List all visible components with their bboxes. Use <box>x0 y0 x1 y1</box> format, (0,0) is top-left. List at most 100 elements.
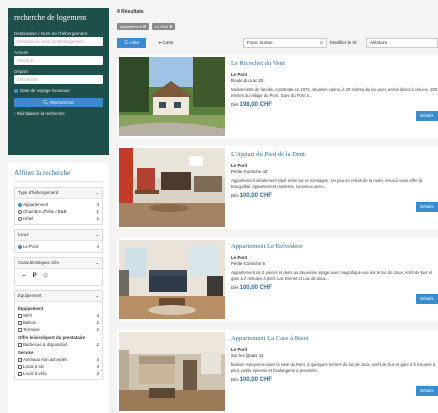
filter-option[interactable]: Local à ski 4 <box>18 363 99 370</box>
sort-label: Modifier le tri: <box>330 40 358 45</box>
chevron-down-icon: ⌄ <box>95 260 99 265</box>
filter-places-header[interactable]: Lieux ⌄ <box>15 230 102 241</box>
result-location: Le Pont <box>231 72 248 77</box>
checkbox-icon <box>18 313 22 318</box>
result-title[interactable]: Appartement Le Belvédère <box>231 243 302 250</box>
map-view-button[interactable]: ⌖ Carte <box>151 38 181 48</box>
result-price: Dès 100,00 CHF <box>231 285 272 291</box>
filter-option[interactable]: Balcon 2 <box>18 319 99 326</box>
chevron-right-icon: › <box>14 111 16 116</box>
filter-features-header[interactable]: Caractéristiques clés ⌄ <box>15 258 102 269</box>
chevron-down-icon: ⌄ <box>95 232 99 237</box>
list-view-button[interactable]: ☰ Liste <box>117 38 146 48</box>
filter-option[interactable]: Barbecue à disposition 2 <box>18 341 99 348</box>
price-value: 198,00 CHF <box>239 102 272 108</box>
map-pin-icon: ⌖ <box>158 40 162 45</box>
checkbox-icon <box>14 88 18 93</box>
filter-equipment-header[interactable]: Équipement ⌄ <box>15 291 102 302</box>
chevron-down-icon: ⌄ <box>95 190 99 195</box>
result-card[interactable]: Le Ricochet du Vent Le Pont Route du Lac… <box>117 55 438 138</box>
checkbox-icon <box>18 327 22 332</box>
price-prefix: Dès <box>231 285 239 290</box>
arrival-label: Arrivée <box>14 50 29 55</box>
option-label: Barbecue à disposition <box>23 342 68 347</box>
details-button[interactable]: Détails <box>416 202 438 212</box>
results-count: 4 Résultats <box>117 9 144 15</box>
filter-option[interactable]: WIFI 4 <box>18 312 99 319</box>
filter-equipment-title: Équipement <box>18 293 42 298</box>
accessibility-icon[interactable]: ☺ <box>43 273 49 281</box>
filter-places: Lieux ⌄ Le Pont 4 <box>14 229 103 253</box>
filter-option[interactable]: Appartement 4 <box>18 201 99 208</box>
result-card[interactable]: L'Appart du Pied de la Dent Le Pont Peti… <box>117 146 438 229</box>
filter-option[interactable]: Local à vélo 4 <box>18 370 99 377</box>
details-button[interactable]: Détails <box>416 111 438 121</box>
result-photo[interactable] <box>119 57 225 136</box>
map-view-label: Carte <box>162 40 174 45</box>
result-photo[interactable] <box>119 332 225 411</box>
unknown-dates-label: Date de voyage inconnue <box>20 88 70 93</box>
destination-label: Destination / Nom de l'hébergement <box>14 31 88 36</box>
radio-icon <box>18 244 22 249</box>
filter-type-header[interactable]: Type d'hébergement ⌄ <box>15 188 102 199</box>
destination-input[interactable]: Destination / Nom de l'hébergement <box>14 37 103 46</box>
price-prefix: Dès <box>231 377 239 382</box>
result-address: Petite-Corniche 42 <box>231 169 268 174</box>
result-title[interactable]: Appartement La Case à Ricet <box>231 335 309 342</box>
filter-option[interactable]: Animaux non acceptés 4 <box>18 356 99 363</box>
departure-input[interactable]: Check-Out <box>14 75 103 84</box>
option-label: Local à ski <box>23 364 44 369</box>
filter-chip[interactable]: Le Pont ✖ <box>151 23 176 30</box>
filter-option[interactable]: Terrasse 2 <box>18 326 99 333</box>
result-photo[interactable] <box>119 240 225 319</box>
wifi-icon[interactable]: ⌔ <box>21 273 27 281</box>
option-count: 2 <box>96 327 99 332</box>
option-count: 4 <box>96 364 99 369</box>
option-count: 2 <box>96 342 99 347</box>
list-icon: ☰ <box>123 40 129 45</box>
option-label: Animaux non acceptés <box>23 357 68 362</box>
option-label: Le Pont <box>23 244 39 249</box>
arrival-input[interactable]: Check in <box>14 56 103 65</box>
checkbox-icon <box>18 342 22 347</box>
filter-option[interactable]: Le Pont 4 <box>18 243 99 250</box>
result-description: Appartement de 2 pièces et demi au deuxi… <box>231 270 433 281</box>
filter-option[interactable]: Hôtel 1 <box>18 215 99 222</box>
option-label: Balcon <box>23 320 37 325</box>
option-label: Hôtel <box>23 216 34 221</box>
search-button[interactable]: 🔍︎ Rechercher <box>14 98 103 107</box>
result-photo[interactable] <box>119 148 225 227</box>
option-label: Chambre d'hôte / B&B <box>23 209 67 214</box>
search-icon: 🔍︎ <box>43 100 49 105</box>
result-card[interactable]: Appartement Le Belvédère Le Pont Petite-… <box>117 238 438 321</box>
chevron-down-icon: ⌄ <box>95 293 99 298</box>
sort-select[interactable]: Aléatoire <box>366 38 438 48</box>
details-button[interactable]: Détails <box>416 386 438 396</box>
result-card[interactable]: Appartement La Case à Ricet Le Pont Sur … <box>117 330 438 413</box>
parking-icon[interactable]: P <box>33 273 37 281</box>
result-address: Route du Lac 20 <box>231 78 264 83</box>
result-price: Dès 100,00 CHF <box>231 193 272 199</box>
result-price: Dès 198,00 CHF <box>231 102 272 108</box>
refine-panel: Affiner la recherche Type d'hébergement … <box>8 163 109 413</box>
option-count: 4 <box>96 202 99 207</box>
filter-chip[interactable]: Appartement ✖ <box>117 23 149 30</box>
result-address: Petite-Corniche 5 <box>231 261 265 266</box>
reset-search-link[interactable]: › Réinitialiser la recherche <box>14 111 103 116</box>
checkbox-icon <box>18 364 22 369</box>
filter-features-title: Caractéristiques clés <box>18 260 59 265</box>
radio-icon <box>18 202 22 207</box>
details-button[interactable]: Détails <box>416 294 438 304</box>
result-location: Le Pont <box>231 255 248 260</box>
currency-select[interactable]: Franc Suisse <box>243 38 327 48</box>
result-description: Maison mitoyenne dans la rade du Pont, à… <box>231 362 436 373</box>
filter-option[interactable]: Chambre d'hôte / B&B 1 <box>18 208 99 215</box>
unknown-dates-checkbox[interactable]: Date de voyage inconnue <box>14 88 103 93</box>
result-description: Maisonnette de famille, construite en 19… <box>231 87 438 98</box>
filter-type: Type d'hébergement ⌄ Appartement 4 Chambr… <box>14 187 103 225</box>
result-location: Le Pont <box>231 163 248 168</box>
result-title[interactable]: Le Ricochet du Vent <box>231 60 285 67</box>
checkbox-icon <box>18 371 22 376</box>
active-filters: Appartement ✖ Le Pont ✖ <box>117 23 176 30</box>
result-title[interactable]: L'Appart du Pied de la Dent <box>231 151 305 158</box>
